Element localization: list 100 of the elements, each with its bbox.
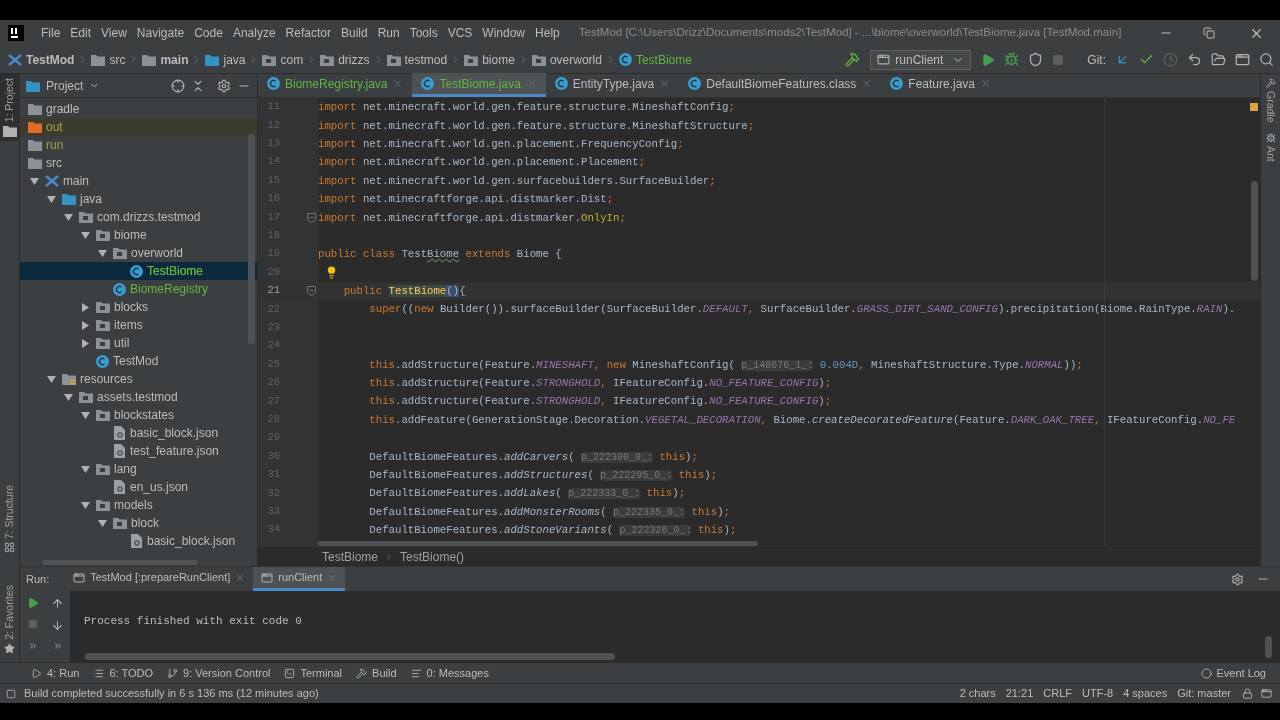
- window-icon[interactable]: [1261, 688, 1272, 699]
- folder-icon[interactable]: [1211, 52, 1226, 67]
- menu-item[interactable]: Window: [477, 24, 531, 42]
- tree-item[interactable]: src: [20, 154, 257, 172]
- editor-tab[interactable]: Feature.java: [881, 73, 1000, 97]
- restore-icon[interactable]: [1203, 27, 1215, 39]
- tree-item[interactable]: lang: [20, 460, 257, 478]
- menu-item[interactable]: Refactor: [280, 24, 336, 42]
- tree-item[interactable]: items: [20, 316, 257, 334]
- breadcrumb-item[interactable]: biome: [464, 50, 515, 69]
- expanded-arrow-icon[interactable]: [64, 392, 73, 402]
- expanded-arrow-icon[interactable]: [81, 230, 90, 240]
- menu-item[interactable]: Edit: [65, 24, 97, 42]
- scrollbar[interactable]: [248, 134, 255, 344]
- expanded-arrow-icon[interactable]: [81, 464, 90, 474]
- warning-marker[interactable]: [1250, 103, 1258, 111]
- more-icon[interactable]: [52, 641, 63, 651]
- lock-icon[interactable]: [1242, 688, 1253, 699]
- menu-item[interactable]: Analyze: [227, 24, 281, 42]
- editor-tab[interactable]: BiomeRegistry.java: [258, 73, 413, 97]
- tree-item[interactable]: run: [20, 136, 257, 154]
- menu-item[interactable]: Tools: [404, 24, 443, 42]
- status-item[interactable]: CRLF: [1038, 685, 1077, 702]
- tree-item[interactable]: TestBiome: [20, 262, 257, 280]
- window-icon[interactable]: [1235, 52, 1250, 67]
- debug-icon[interactable]: [1004, 52, 1020, 67]
- build-icon[interactable]: [845, 52, 861, 67]
- tool-window-tab[interactable]: 2: Favorites: [0, 581, 20, 658]
- locate-icon[interactable]: [171, 78, 185, 93]
- expanded-arrow-icon[interactable]: [98, 518, 107, 528]
- collapsed-arrow-icon[interactable]: [81, 338, 90, 348]
- breadcrumb-item[interactable]: TestBiome: [618, 50, 692, 69]
- settings-icon[interactable]: [1231, 572, 1244, 586]
- status-item[interactable]: 21:21: [1000, 685, 1039, 702]
- tree-item[interactable]: resources: [20, 370, 257, 388]
- tree-item[interactable]: gradle: [20, 100, 257, 118]
- tool-tab[interactable]: Build: [351, 663, 402, 683]
- tree-item[interactable]: assets.testmod: [20, 388, 257, 406]
- breadcrumb-item[interactable]: TestBiome(): [400, 547, 465, 566]
- breadcrumb-item[interactable]: TestBiome: [322, 547, 379, 566]
- menu-item[interactable]: Build: [335, 24, 373, 42]
- breadcrumb-item[interactable]: drizzs: [320, 50, 370, 69]
- tree-item[interactable]: com.drizzs.testmod: [20, 208, 257, 226]
- run-tab[interactable]: runClient: [253, 567, 346, 591]
- menu-item[interactable]: Help: [530, 24, 565, 42]
- menu-item[interactable]: Run: [372, 24, 405, 42]
- expanded-arrow-icon[interactable]: [47, 374, 56, 384]
- status-item[interactable]: UTF-8: [1077, 685, 1119, 702]
- tool-window-tab[interactable]: Ant: [1262, 132, 1279, 162]
- tree-item[interactable]: test_feature.json: [20, 442, 257, 460]
- menu-item[interactable]: Navigate: [131, 24, 190, 42]
- status-item[interactable]: 2 chars: [954, 685, 1001, 702]
- expanded-arrow-icon[interactable]: [30, 176, 39, 186]
- lightbulb-icon[interactable]: [325, 266, 338, 280]
- tool-tab[interactable]: 4: Run: [26, 663, 85, 683]
- revert-icon[interactable]: [1187, 52, 1202, 67]
- tool-tab[interactable]: 0: Messages: [405, 663, 494, 683]
- breadcrumb-item[interactable]: src: [91, 50, 126, 69]
- status-item[interactable]: Git: master: [1172, 685, 1236, 702]
- editor-tab[interactable]: EntityType.java: [545, 73, 680, 97]
- breadcrumb-item[interactable]: java: [205, 50, 246, 69]
- editor-tab[interactable]: TestBiome.java: [412, 73, 546, 97]
- tool-window-tab[interactable]: 7: Structure: [0, 480, 20, 558]
- tool-window-tab[interactable]: 1: Project: [0, 74, 20, 142]
- scrollbar[interactable]: [42, 560, 198, 565]
- collapse-icon[interactable]: [191, 78, 205, 93]
- tool-window-tab[interactable]: Gradle: [1262, 78, 1279, 123]
- panel-title[interactable]: Project: [46, 76, 84, 95]
- tree-item[interactable]: basic_block.json: [20, 424, 257, 442]
- menu-item[interactable]: View: [96, 24, 132, 42]
- settings-icon[interactable]: [217, 78, 231, 93]
- fold-icon[interactable]: [307, 286, 316, 297]
- tree-item[interactable]: TestMod: [20, 352, 257, 370]
- search-icon[interactable]: [1259, 52, 1274, 67]
- expanded-arrow-icon[interactable]: [81, 500, 90, 510]
- expanded-arrow-icon[interactable]: [47, 194, 56, 204]
- more-icon[interactable]: [27, 641, 38, 651]
- breadcrumb-item[interactable]: com: [262, 50, 304, 69]
- collapsed-arrow-icon[interactable]: [81, 320, 90, 330]
- tree-item[interactable]: blocks: [20, 298, 257, 316]
- code-editor[interactable]: [258, 98, 1260, 546]
- run-config-dropdown[interactable]: runClient: [870, 49, 972, 70]
- breadcrumb-item[interactable]: overworld: [531, 50, 602, 69]
- scrollbar[interactable]: [85, 653, 615, 660]
- tool-tab[interactable]: 6: TODO: [88, 663, 159, 683]
- scrollbar[interactable]: [1265, 636, 1272, 658]
- tree-item[interactable]: blockstates: [20, 406, 257, 424]
- tree-item[interactable]: java: [20, 190, 257, 208]
- tree-item[interactable]: en_us.json: [20, 478, 257, 496]
- menu-item[interactable]: Code: [189, 24, 228, 42]
- tree-item[interactable]: out: [20, 118, 257, 136]
- tree-item[interactable]: basic_block.json: [20, 532, 257, 550]
- expanded-arrow-icon[interactable]: [64, 212, 73, 222]
- scrollbar[interactable]: [1250, 181, 1258, 281]
- tool-tab[interactable]: 9: Version Control: [162, 663, 276, 683]
- down-arrow-icon[interactable]: [51, 619, 64, 632]
- editor-tab[interactable]: DefaultBiomeFeatures.class: [679, 73, 882, 97]
- tree-item[interactable]: block: [20, 514, 257, 532]
- tree-item[interactable]: models: [20, 496, 257, 514]
- expanded-arrow-icon[interactable]: [98, 248, 107, 258]
